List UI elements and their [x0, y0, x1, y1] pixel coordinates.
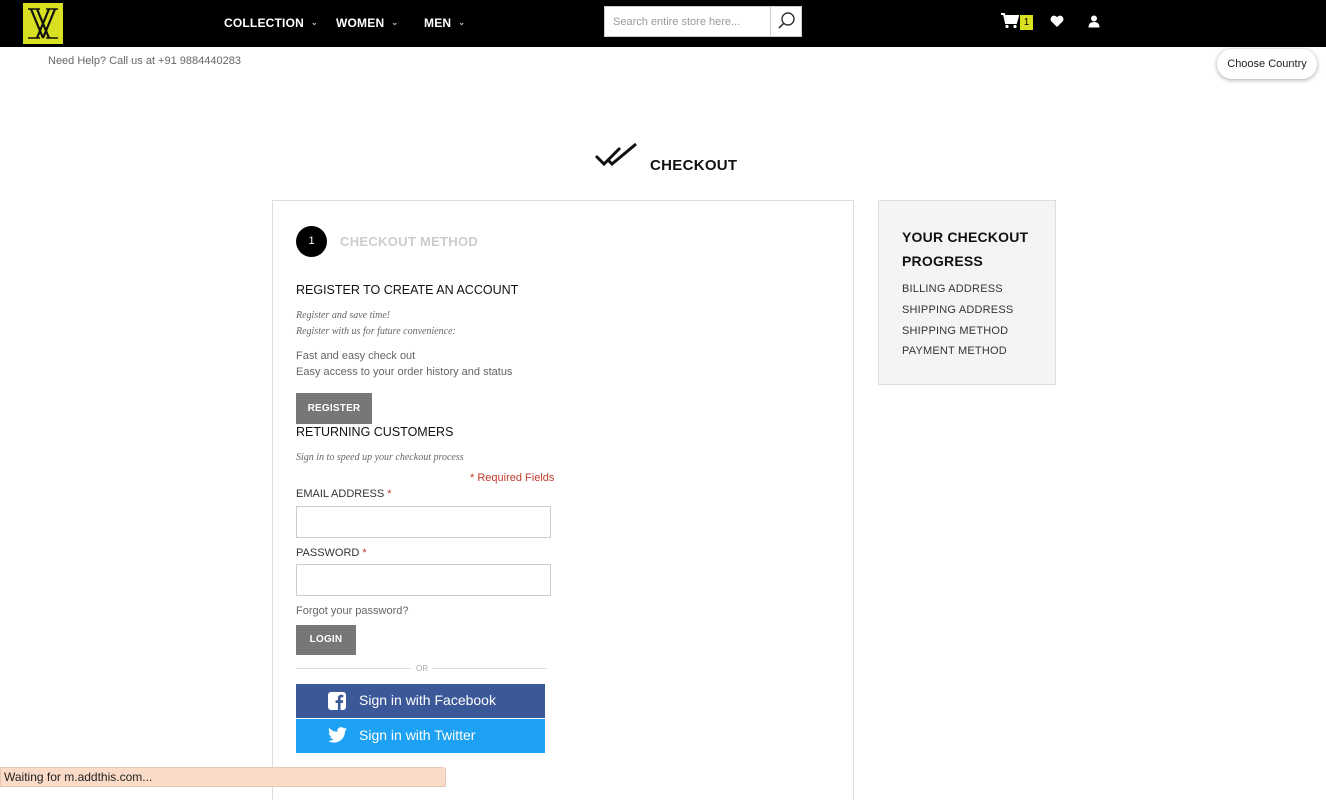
chevron-down-icon: ⌄ [458, 18, 466, 27]
forgot-password-link[interactable]: Forgot your password? [296, 605, 409, 617]
browser-status-bar: Waiting for m.addthis.com... [0, 767, 446, 787]
facebook-icon [328, 692, 346, 710]
search-box [604, 6, 802, 37]
account-button[interactable] [1088, 15, 1100, 33]
nav-collection[interactable]: COLLECTION ⌄ [224, 16, 318, 30]
twitter-signin-label: Sign in with Twitter [359, 727, 476, 743]
login-button[interactable]: LOGIN [296, 625, 356, 655]
divider [296, 668, 411, 669]
search-input[interactable] [605, 7, 771, 36]
register-note-line-2: Register with us for future convenience: [296, 326, 456, 337]
register-note: Register and save time! Register with us… [296, 308, 456, 340]
register-heading: REGISTER TO CREATE AN ACCOUNT [296, 283, 519, 297]
or-separator: OR [416, 664, 428, 673]
nav-women-label: WOMEN [336, 16, 385, 30]
brand-logo[interactable] [23, 3, 63, 44]
benefit-item: Fast and easy check out [296, 350, 416, 362]
required-fields-note: * Required Fields [470, 472, 555, 484]
password-field[interactable] [296, 564, 551, 596]
search-button[interactable] [770, 7, 801, 36]
wishlist-button[interactable] [1050, 15, 1064, 33]
choose-country-button[interactable]: Choose Country [1217, 49, 1317, 79]
twitter-icon [328, 727, 347, 743]
cart-icon [1001, 13, 1020, 29]
nav-collection-label: COLLECTION [224, 16, 304, 30]
progress-item-payment: PAYMENT METHOD [902, 345, 1007, 357]
chevron-down-icon: ⌄ [311, 18, 318, 27]
facebook-signin-button[interactable]: Sign in with Facebook [296, 684, 545, 718]
required-star: * [362, 547, 367, 559]
email-label: EMAIL ADDRESS * [296, 488, 392, 500]
facebook-signin-label: Sign in with Facebook [359, 692, 496, 708]
register-benefits: Fast and easy check out Easy access to y… [296, 348, 512, 380]
double-check-icon [594, 142, 638, 173]
progress-item-shipping-method: SHIPPING METHOD [902, 325, 1009, 337]
logo-mark-icon [28, 8, 58, 39]
cart-button[interactable] [1001, 13, 1020, 34]
user-icon [1088, 15, 1100, 28]
progress-item-shipping-address: SHIPPING ADDRESS [902, 304, 1014, 316]
chevron-down-icon: ⌄ [391, 18, 399, 27]
cart-count-badge: 1 [1020, 15, 1033, 30]
nav-men-label: MEN [424, 16, 452, 30]
returning-note: Sign in to speed up your checkout proces… [296, 452, 464, 463]
top-navigation-bar: COLLECTION ⌄ WOMEN ⌄ MEN ⌄ 1 [0, 0, 1326, 47]
register-button[interactable]: REGISTER [296, 393, 372, 424]
twitter-signin-button[interactable]: Sign in with Twitter [296, 719, 545, 753]
email-field[interactable] [296, 506, 551, 538]
step-number-badge: 1 [296, 226, 327, 257]
search-icon [778, 12, 795, 29]
password-label-text: PASSWORD [296, 547, 360, 559]
divider [432, 668, 547, 669]
benefit-item: Easy access to your order history and st… [296, 366, 513, 378]
page-title: CHECKOUT [650, 157, 738, 174]
nav-women[interactable]: WOMEN ⌄ [336, 16, 398, 30]
register-note-line-1: Register and save time! [296, 310, 391, 321]
returning-customers-heading: RETURNING CUSTOMERS [296, 425, 454, 439]
required-star: * [387, 488, 392, 500]
step-title[interactable]: CHECKOUT METHOD [340, 234, 478, 249]
heart-icon [1050, 15, 1064, 27]
progress-item-billing: BILLING ADDRESS [902, 283, 1003, 295]
checkout-progress-title: YOUR CHECKOUT PROGRESS [902, 229, 1029, 269]
nav-men[interactable]: MEN ⌄ [424, 16, 465, 30]
email-label-text: EMAIL ADDRESS [296, 488, 385, 500]
password-label: PASSWORD * [296, 547, 367, 559]
help-phone-text: Need Help? Call us at +91 9884440283 [48, 55, 241, 67]
